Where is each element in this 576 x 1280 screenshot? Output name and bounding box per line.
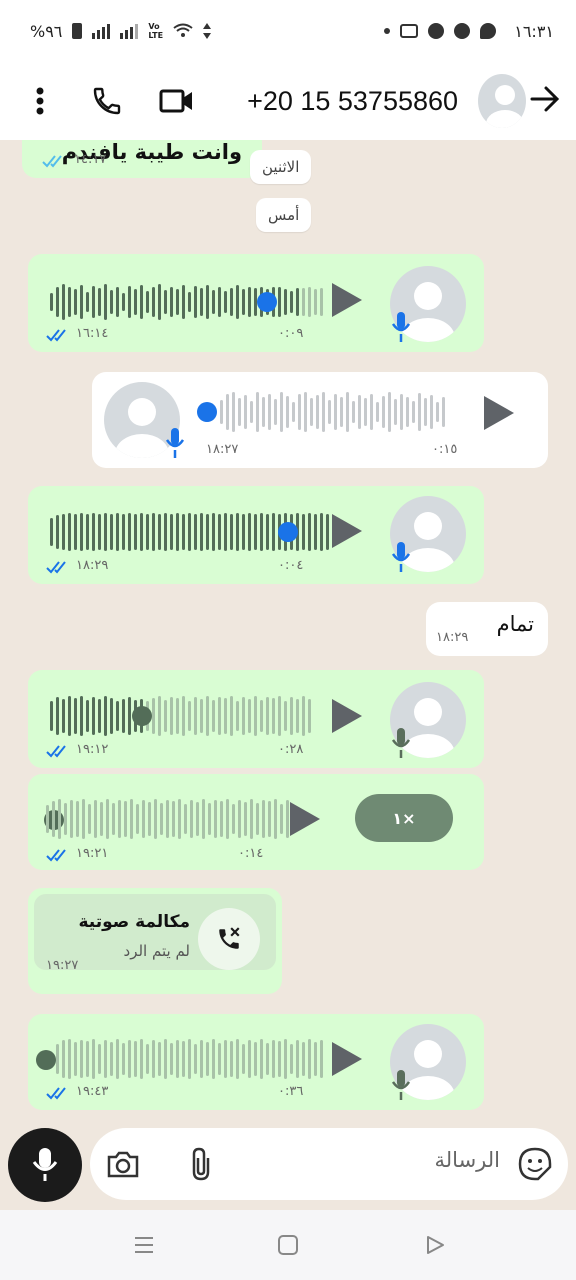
message-time: ١٩:١٢	[76, 742, 109, 757]
contact-avatar[interactable]	[478, 74, 526, 128]
voice-call-message[interactable]: مكالمة صوتية لم يتم الرد ١٩:٢٧	[28, 888, 282, 994]
signal-icon	[92, 23, 111, 39]
voice-message-2[interactable]: ١٨:٢٧ ٠:١٥	[92, 372, 548, 468]
wifi-icon	[173, 23, 193, 37]
message-input[interactable]: الرسالة	[90, 1128, 568, 1200]
status-bar: %٩٦ Vo LTE ١٦:٣١	[0, 0, 576, 62]
attach-icon[interactable]	[188, 1146, 214, 1182]
message-time: ١٩:٢٧	[46, 958, 79, 973]
playback-knob[interactable]	[36, 1050, 56, 1070]
home-icon[interactable]	[277, 1234, 299, 1256]
voice-message-4[interactable]: ٠:٢٨ ١٩:١٢	[28, 670, 484, 768]
call-status: لم يتم الرد	[123, 942, 190, 960]
voice-duration: ٠:١٤	[238, 846, 264, 861]
playback-knob[interactable]	[257, 292, 277, 312]
date-chip-yesterday: أمس	[256, 198, 312, 232]
mic-badge-icon	[392, 542, 410, 572]
more-options-icon[interactable]	[22, 81, 58, 121]
back-arrow-icon[interactable]	[530, 85, 560, 117]
battery-percent: %٩٦	[30, 21, 63, 41]
recent-apps-icon[interactable]	[133, 1235, 155, 1255]
message-time: ١٩:٢١	[76, 846, 109, 861]
mic-badge-icon	[392, 312, 410, 342]
read-ticks-icon	[46, 1087, 66, 1100]
read-ticks-icon	[46, 849, 66, 862]
playback-speed-button[interactable]: ١×	[355, 794, 453, 842]
waveform[interactable]	[220, 392, 445, 432]
voice-message-6[interactable]: ٠:٣٦ ١٩:٤٣	[28, 1014, 484, 1110]
message-time: ١٨:٢٩	[76, 558, 109, 573]
input-bar: الرسالة	[0, 1120, 576, 1210]
voice-duration: ٠:١٥	[432, 442, 458, 457]
camera-icon[interactable]	[106, 1149, 140, 1179]
message-time: ١٩:٤٣	[76, 1084, 109, 1099]
voice-duration: ٠:٠٩	[278, 326, 304, 341]
system-nav-bar	[0, 1210, 576, 1280]
playback-knob[interactable]	[197, 402, 217, 422]
waveform[interactable]	[50, 696, 311, 736]
waveform[interactable]	[46, 799, 289, 839]
battery-icon	[72, 23, 83, 39]
voice-message-5[interactable]: ١× ٠:١٤ ١٩:٢١	[28, 774, 484, 870]
message-time: ١٤:١٧	[74, 152, 107, 167]
read-ticks-icon	[42, 155, 62, 168]
read-ticks-icon	[46, 561, 66, 574]
message-text: تمام	[496, 612, 534, 636]
record-voice-button[interactable]	[8, 1128, 82, 1202]
clock: ١٦:٣١	[514, 21, 554, 41]
status-left: %٩٦ Vo LTE	[30, 21, 212, 41]
status-right: ١٦:٣١	[384, 22, 554, 41]
voice-message-3[interactable]: ٠:٠٤ ١٨:٢٩	[28, 486, 484, 584]
message-bubble-text[interactable]: تمام ١٨:٢٩	[426, 602, 548, 656]
video-call-icon[interactable]	[159, 81, 195, 121]
voice-duration: ٠:٣٦	[278, 1084, 304, 1099]
waveform[interactable]	[50, 282, 323, 322]
play-button[interactable]	[290, 802, 320, 836]
play-button[interactable]	[484, 396, 514, 430]
volte-icon: Vo LTE	[148, 22, 164, 40]
waveform[interactable]	[56, 1039, 323, 1079]
message-bubble-text[interactable]: وانت طيبة يافندم ١٤:١٧	[22, 140, 262, 178]
sticker-icon[interactable]	[518, 1147, 552, 1181]
chat-area[interactable]: وانت طيبة يافندم ١٤:١٧ الاثنين أمس ٠:٠٩ …	[0, 140, 576, 1130]
messenger-icon	[428, 23, 445, 39]
date-chip-monday: الاثنين	[250, 150, 312, 184]
missed-call-icon[interactable]	[198, 908, 260, 970]
mic-badge-icon	[392, 728, 410, 758]
message-time: ١٨:٢٩	[436, 630, 469, 645]
mic-icon	[32, 1148, 58, 1181]
read-ticks-icon	[46, 745, 66, 758]
play-button[interactable]	[332, 514, 362, 548]
voice-duration: ٠:٠٤	[278, 558, 304, 573]
voice-call-icon[interactable]	[90, 81, 126, 121]
notification-dot-icon	[384, 28, 391, 34]
message-placeholder: الرسالة	[434, 1148, 500, 1172]
messenger-icon-2	[454, 23, 471, 39]
read-ticks-icon	[46, 329, 66, 342]
play-button[interactable]	[332, 1042, 362, 1076]
message-time: ١٦:١٤	[76, 326, 109, 341]
playback-knob[interactable]	[278, 522, 298, 542]
chat-icon	[480, 23, 497, 39]
data-arrows-icon	[203, 23, 212, 39]
signal-icon-2	[120, 23, 139, 39]
snapchat-icon	[400, 24, 419, 38]
call-title: مكالمة صوتية	[78, 912, 190, 932]
chat-header: +20 15 53755860	[0, 62, 576, 140]
back-icon[interactable]	[424, 1234, 446, 1256]
voice-duration: ٠:٢٨	[278, 742, 304, 757]
mic-badge-icon	[392, 1070, 410, 1100]
message-time: ١٨:٢٧	[206, 442, 239, 457]
play-button[interactable]	[332, 699, 362, 733]
mic-badge-icon	[166, 428, 184, 458]
contact-title[interactable]: +20 15 53755860	[247, 86, 458, 117]
play-button[interactable]	[332, 283, 362, 317]
playback-knob[interactable]	[132, 706, 152, 726]
voice-message-1[interactable]: ٠:٠٩ ١٦:١٤	[28, 254, 484, 352]
